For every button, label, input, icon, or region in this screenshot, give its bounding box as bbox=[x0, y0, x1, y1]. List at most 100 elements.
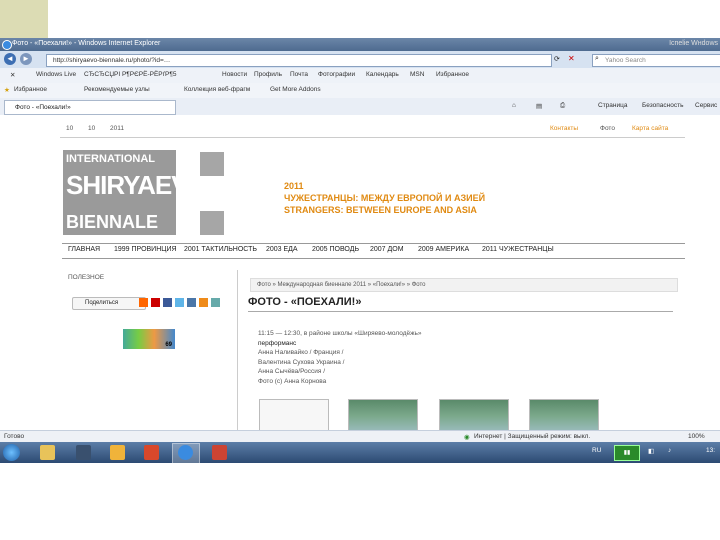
photo-thumbnail-4[interactable] bbox=[529, 399, 599, 432]
link-msn[interactable]: MSN bbox=[410, 71, 424, 78]
taskbar: RU ▮▮ ◧ ♪ 13: bbox=[0, 442, 720, 463]
link-news[interactable]: Новости bbox=[222, 71, 247, 78]
photo-thumbnail-3[interactable] bbox=[439, 399, 509, 432]
link-profile[interactable]: Профиль bbox=[254, 71, 282, 78]
menu-item-2009[interactable]: 2009 АМЕРИКА bbox=[418, 246, 469, 253]
favorites-star-icon[interactable]: ★ bbox=[4, 86, 10, 94]
fav-recommended-sites[interactable]: Рекомендуемые узлы bbox=[84, 86, 150, 93]
language-indicator[interactable]: RU bbox=[592, 447, 601, 454]
link-windows-live[interactable]: Windows Live bbox=[36, 71, 76, 78]
menu-item-1999[interactable]: 1999 ПРОВИНЦИЯ bbox=[114, 246, 177, 253]
url-input[interactable]: http://shiryaevo-biennale.ru/photo/?id=… bbox=[46, 54, 552, 67]
favorites-bar: ★ Избранное Рекомендуемые узлы Коллекция… bbox=[0, 83, 720, 99]
visit-counter[interactable]: 69 bbox=[123, 329, 175, 349]
breadcrumb[interactable]: Фото » Международная биеннале 2011 » «По… bbox=[250, 278, 678, 292]
fav-web-slice-gallery[interactable]: Коллекция веб-фрагм bbox=[184, 86, 250, 93]
tab-bar: Фото - «Поехали!» ⌂ ▤ ⎙ Страница Безопас… bbox=[0, 98, 720, 116]
fav-get-more-addons[interactable]: Get More Addons bbox=[270, 86, 321, 93]
volume-icon[interactable]: ♪ bbox=[668, 447, 671, 454]
safety-menu[interactable]: Безопасность bbox=[642, 102, 683, 109]
date-month: 10 bbox=[88, 125, 96, 132]
explorer-icon[interactable] bbox=[40, 445, 55, 460]
odnoklassniki-icon[interactable] bbox=[199, 298, 208, 307]
clock[interactable]: 13: bbox=[706, 447, 715, 454]
app-icon-4[interactable] bbox=[144, 445, 159, 460]
favorites-button[interactable]: Избранное bbox=[14, 86, 47, 93]
home-icon[interactable]: ⌂ bbox=[512, 102, 516, 109]
logo-line-3: BIENNALE bbox=[66, 212, 159, 232]
link-calendar[interactable]: Календарь bbox=[366, 71, 399, 78]
tools-menu[interactable]: Сервис bbox=[695, 102, 717, 109]
back-button[interactable]: ◄ bbox=[4, 53, 16, 65]
menu-item-2005[interactable]: 2005 ПОВОДЬ bbox=[312, 246, 359, 253]
twitter-icon[interactable] bbox=[175, 298, 184, 307]
address-bar: ◄ ► http://shiryaevo-biennale.ru/photo/?… bbox=[0, 51, 720, 68]
title-bar: Фото - «Поехали!» - Windows Internet Exp… bbox=[0, 38, 720, 51]
info-credit: Фото (c) Анна Корнова bbox=[258, 377, 327, 385]
social-icon-1[interactable] bbox=[139, 298, 148, 307]
menu-item-2011[interactable]: 2011 ЧУЖЕСТРАНЦЫ bbox=[482, 246, 554, 253]
web-page: 10 10 2011 Контакты Фото Карта сайта INT… bbox=[0, 115, 720, 432]
logo-line-2: SHIRYAEVO bbox=[66, 170, 208, 200]
menu-item-2007[interactable]: 2007 ДОМ bbox=[370, 246, 404, 253]
site-top-strip: 10 10 2011 Контакты Фото Карта сайта bbox=[60, 123, 685, 138]
link-search-box[interactable]: СЂСЂСЏРІ Р¶РЄРЁ-РЁРѓР¶5 bbox=[84, 71, 176, 78]
menu-item-home[interactable]: ГЛАВНАЯ bbox=[68, 246, 100, 253]
refresh-icon[interactable]: ⟳ bbox=[554, 55, 560, 63]
link-photos[interactable]: Фотографии bbox=[318, 71, 355, 78]
logo-line-1: INTERNATIONAL bbox=[66, 153, 156, 165]
link-contacts[interactable]: Контакты bbox=[550, 125, 578, 132]
ie-icon bbox=[178, 445, 193, 460]
window-title: Фото - «Поехали!» - Windows Internet Exp… bbox=[12, 40, 161, 47]
media-player-icon[interactable] bbox=[110, 445, 125, 460]
date-day: 10 bbox=[66, 125, 74, 132]
date-year: 2011 bbox=[110, 125, 124, 132]
logo-square-top bbox=[200, 152, 224, 176]
vk-icon[interactable] bbox=[187, 298, 196, 307]
browser-window: Фото - «Поехали!» - Windows Internet Exp… bbox=[0, 38, 720, 463]
logo-square-bottom bbox=[200, 211, 224, 235]
page-menu[interactable]: Страница bbox=[598, 102, 627, 109]
tab-current[interactable]: Фото - «Поехали!» bbox=[4, 100, 176, 115]
zoom-level[interactable]: 100% bbox=[688, 433, 705, 440]
social-icon-7[interactable] bbox=[211, 298, 220, 307]
powerpoint-icon[interactable] bbox=[212, 445, 227, 460]
window-title-right: Іспеlie Wнdows bbox=[669, 40, 718, 47]
start-button[interactable] bbox=[3, 444, 20, 461]
share-button[interactable]: Поделиться bbox=[72, 297, 146, 310]
network-icon[interactable]: ◧ bbox=[648, 447, 654, 455]
slide-corner-block bbox=[0, 0, 48, 38]
headline: 2011 ЧУЖЕСТРАНЦЫ: МЕЖДУ ЕВРОПОЙ И АЗИЕЙ … bbox=[284, 180, 485, 216]
info-time: 11:15 — 12:30, в районе школы «Ширяево-м… bbox=[258, 330, 422, 337]
link-mail[interactable]: Почта bbox=[290, 71, 308, 78]
menu-item-2003[interactable]: 2003 ЕДА bbox=[266, 246, 298, 253]
info-artist-3: Анна Сычёва/Россия / bbox=[258, 368, 326, 375]
sidebar-heading: ПОЛЕЗНОЕ bbox=[68, 274, 105, 281]
social-icon-2[interactable] bbox=[151, 298, 160, 307]
main-menu: ГЛАВНАЯ 1999 ПРОВИНЦИЯ 2001 ТАКТИЛЬНОСТЬ… bbox=[62, 243, 685, 259]
menu-item-2001[interactable]: 2001 ТАКТИЛЬНОСТЬ bbox=[184, 246, 257, 253]
facebook-icon[interactable] bbox=[163, 298, 172, 307]
print-icon[interactable]: ⎙ bbox=[560, 102, 565, 110]
info-artist-2: Валентина Сухова Украина / bbox=[258, 358, 345, 366]
app-icon-2[interactable] bbox=[76, 445, 91, 460]
counter-value: 69 bbox=[165, 342, 172, 348]
link-sitemap[interactable]: Карта сайта bbox=[632, 125, 668, 132]
internet-zone-icon: ◉ bbox=[464, 434, 470, 441]
battery-indicator[interactable]: ▮▮ bbox=[614, 445, 640, 461]
zone-text: Интернет | Защищенный режим: выкл. bbox=[474, 433, 591, 440]
biennale-logo[interactable]: INTERNATIONAL SHIRYAEVO BIENNALE bbox=[63, 150, 208, 235]
stop-icon[interactable]: ✕ bbox=[568, 54, 575, 63]
headline-ru: ЧУЖЕСТРАНЦЫ: МЕЖДУ ЕВРОПОЙ И АЗИЕЙ bbox=[284, 193, 486, 203]
photo-thumbnail-1[interactable] bbox=[259, 399, 329, 432]
photo-thumbnail-2[interactable] bbox=[348, 399, 418, 432]
info-type: перформанс bbox=[258, 339, 297, 347]
search-input[interactable]: Yahoo Search bbox=[592, 54, 720, 67]
links-toolbar-close-icon[interactable]: ✕ bbox=[10, 71, 15, 79]
feeds-icon[interactable]: ▤ bbox=[536, 102, 542, 110]
forward-button[interactable]: ► bbox=[20, 53, 32, 65]
info-artist-1: Анна Наливайко / Франция / bbox=[258, 349, 344, 356]
links-toolbar: ✕ Windows Live СЂСЂСЏРІ Р¶РЄРЁ-РЁРѓР¶5 Н… bbox=[0, 68, 720, 84]
link-photo[interactable]: Фото bbox=[600, 125, 615, 132]
link-favorites[interactable]: Избранное bbox=[436, 71, 469, 78]
